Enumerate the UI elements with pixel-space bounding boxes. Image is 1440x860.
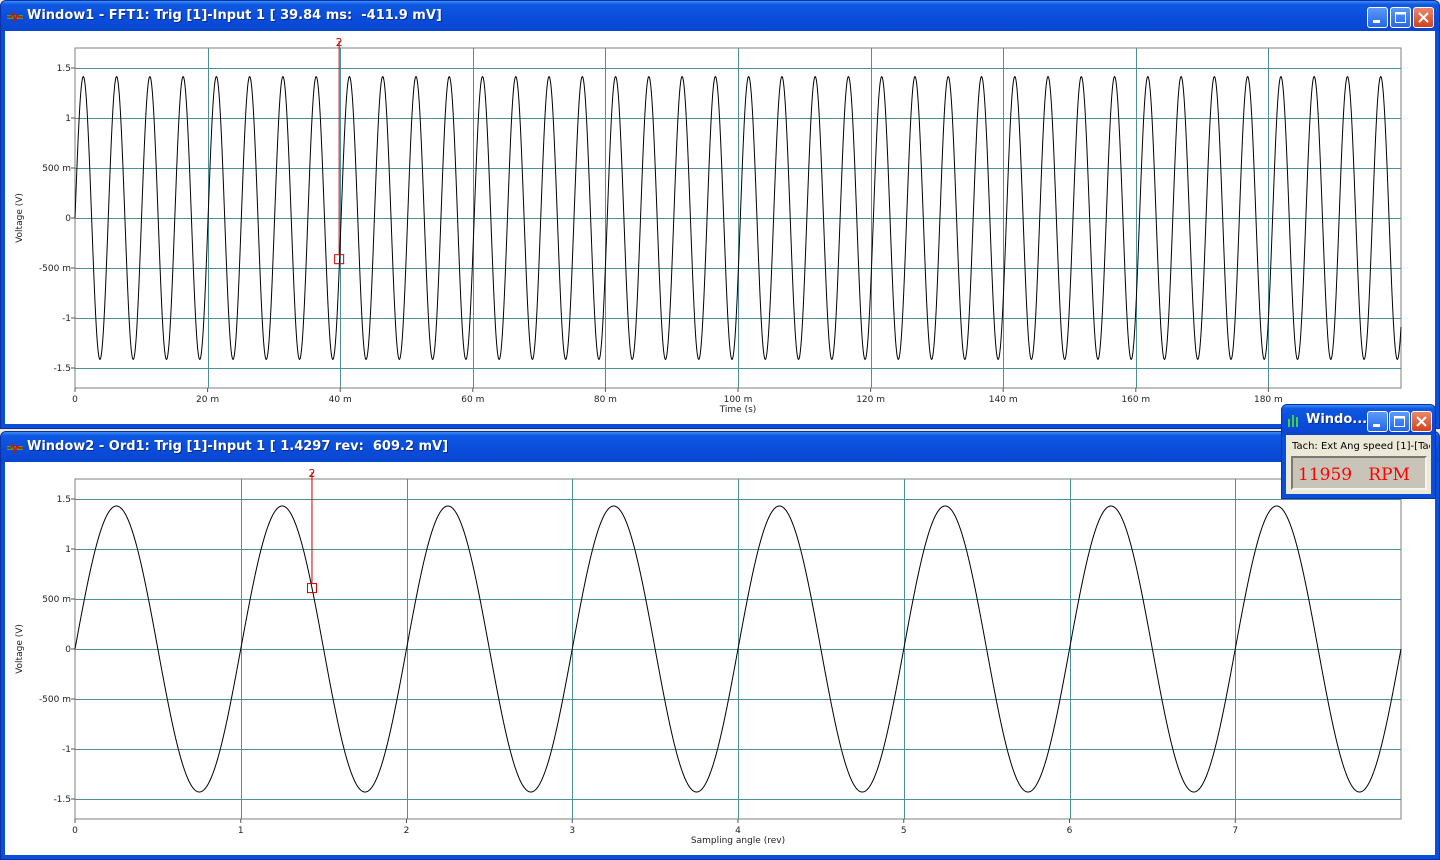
- w2-xtick-label: 0: [72, 826, 78, 836]
- tach-channel-label: Tach: Ext Ang speed [1]-[Tac: [1292, 441, 1430, 452]
- w2-xtick-label: 2: [404, 826, 410, 836]
- w1-y-axis-label: Voltage (V): [15, 193, 25, 243]
- w1-ytick-label: -1.5: [53, 364, 71, 374]
- order-plot[interactable]: 0 1 2 3 4 5 6 7 -1.5 -1 -500 m 0 500 m 1 1.5 Sampling a…: [5, 462, 1435, 857]
- window2: Window2 - Ord1: Trig [1]-Input 1 [ 1.429…: [0, 431, 1440, 860]
- maximize-button[interactable]: [1390, 7, 1411, 28]
- w1-xtick-label: 140 m: [989, 395, 1018, 405]
- close-icon: [1418, 12, 1429, 23]
- w1-cursor-label: 2: [336, 36, 343, 49]
- minimize-icon: [1373, 424, 1380, 427]
- window2-title: Window2 - Ord1: Trig [1]-Input 1 [ 1.429…: [27, 439, 449, 454]
- scope-icon: [7, 10, 23, 24]
- w1-xtick-label: 100 m: [724, 395, 753, 405]
- scope-icon: [7, 441, 23, 455]
- w2-xtick-label: 6: [1067, 826, 1073, 836]
- w1-xtick-label: 20 m: [196, 395, 219, 405]
- w2-ytick-label: 1.5: [57, 495, 71, 505]
- w2-y-axis-label: Voltage (V): [15, 624, 25, 674]
- w1-xtick-label: 160 m: [1121, 395, 1150, 405]
- close-icon: [1416, 416, 1427, 427]
- tach-close-button[interactable]: [1411, 411, 1432, 432]
- window1-title: Window1 - FFT1: Trig [1]-Input 1 [ 39.84…: [27, 8, 442, 23]
- w1-xtick-label: 40 m: [329, 395, 352, 405]
- minimize-button[interactable]: [1367, 7, 1388, 28]
- w2-xtick-label: 1: [238, 826, 244, 836]
- window1-titlebar[interactable]: Window1 - FFT1: Trig [1]-Input 1 [ 39.84…: [1, 1, 1439, 31]
- w1-xtick-label: 60 m: [461, 395, 484, 405]
- close-button[interactable]: [1413, 7, 1434, 28]
- w1-xtick-label: 180 m: [1254, 395, 1283, 405]
- tach-titlebar[interactable]: Windo...: [1282, 405, 1435, 435]
- w2-ytick-label: -1: [62, 745, 71, 755]
- window2-titlebar[interactable]: Window2 - Ord1: Trig [1]-Input 1 [ 1.429…: [1, 432, 1439, 462]
- w2-ytick-label: -500 m: [39, 695, 71, 705]
- w2-ytick-label: -1.5: [53, 795, 71, 805]
- w1-ytick-label: -1: [62, 314, 71, 324]
- w2-ytick-label: 1: [65, 545, 71, 555]
- w2-xtick-label: 3: [569, 826, 575, 836]
- w2-ytick-label: 0: [65, 645, 71, 655]
- w1-xtick-label: 0: [72, 395, 78, 405]
- w2-xtick-label: 4: [735, 826, 741, 836]
- tach-minimize-button[interactable]: [1367, 411, 1388, 432]
- window2-client: 0 1 2 3 4 5 6 7 -1.5 -1 -500 m 0 500 m 1 1.5 Sampling a…: [5, 462, 1435, 855]
- w1-ytick-label: 0: [65, 214, 71, 224]
- time-plot[interactable]: 0 20 m 40 m 60 m 80 m 100 m 120 m 140 m 160 m 180…: [5, 31, 1435, 426]
- rpm-display: 11959 RPM: [1291, 456, 1427, 490]
- w1-ytick-label: 500 m: [42, 164, 71, 174]
- minimize-icon: [1373, 20, 1380, 23]
- rpm-value: 11959 RPM: [1298, 465, 1410, 485]
- window1-client: 0 20 m 40 m 60 m 80 m 100 m 120 m 140 m 160 m 180…: [5, 31, 1435, 424]
- w2-x-axis-label: Sampling angle (rev): [691, 836, 785, 846]
- tach-title: Windo...: [1306, 412, 1368, 427]
- w1-ytick-label: 1.5: [57, 64, 71, 74]
- maximize-icon: [1395, 12, 1406, 23]
- tach-maximize-button[interactable]: [1389, 411, 1410, 432]
- window1: Window1 - FFT1: Trig [1]-Input 1 [ 39.84…: [0, 0, 1440, 429]
- w2-ytick-label: 500 m: [42, 595, 71, 605]
- w2-cursor-label: 2: [308, 467, 315, 480]
- tach-window: Windo... Tach: Ext Ang speed [1]-[Tac 11…: [1281, 404, 1436, 499]
- w1-xtick-label: 80 m: [594, 395, 617, 405]
- w2-xtick-label: 7: [1232, 826, 1238, 836]
- w2-xtick-label: 5: [901, 826, 907, 836]
- maximize-icon: [1394, 416, 1405, 427]
- w1-xtick-label: 120 m: [856, 395, 885, 405]
- tach-client: Tach: Ext Ang speed [1]-[Tac 11959 RPM: [1286, 435, 1431, 494]
- w1-ytick-label: 1: [65, 114, 71, 124]
- w1-ytick-label: -500 m: [39, 264, 71, 274]
- w1-x-axis-label: Time (s): [719, 405, 757, 415]
- bar-meter-icon: [1288, 415, 1298, 427]
